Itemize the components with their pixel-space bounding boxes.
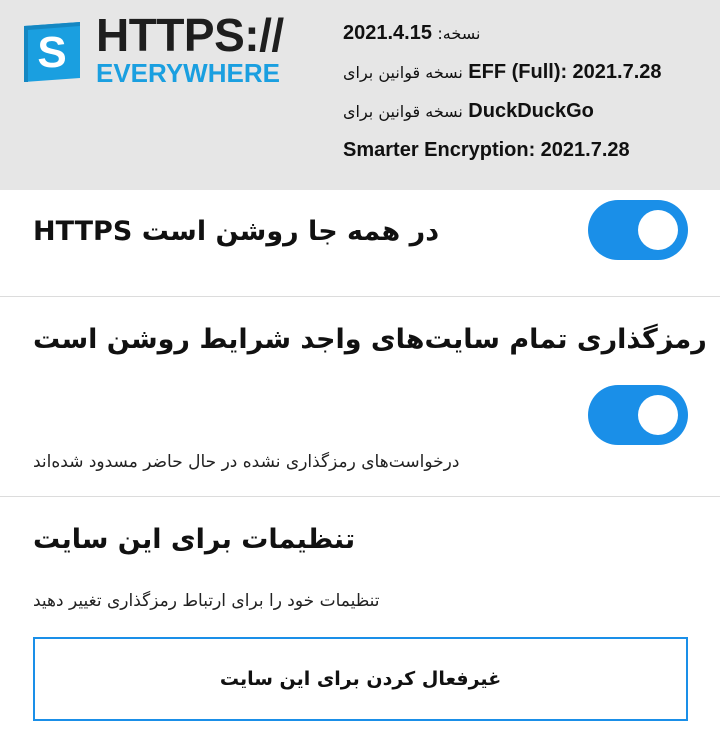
- version-line: 2021.4.15 نسخه:: [343, 20, 713, 59]
- version-value: 2021.4.15: [343, 22, 432, 44]
- popup-header: S HTTPS:// EVERYWHERE 2021.4.15 نسخه: نس…: [0, 0, 720, 190]
- site-settings-title: تنظیمات برای این سایت: [33, 524, 356, 555]
- https-everywhere-toggle[interactable]: [588, 200, 688, 260]
- version-info: 2021.4.15 نسخه: نسخه قوانین برای EFF (Fu…: [343, 20, 713, 176]
- eff-name: EFF (Full):: [468, 61, 568, 83]
- logo-subtitle: EVERYWHERE: [96, 58, 280, 88]
- ddg-prefix: نسخه قوانین برای: [343, 102, 463, 121]
- https-everywhere-label: در همه جا روشن است HTTPS: [33, 216, 440, 247]
- logo-letter: S: [37, 28, 66, 77]
- disable-for-site-button[interactable]: غیرفعال کردن برای این سایت: [33, 637, 688, 721]
- divider: [0, 496, 720, 497]
- smarter-value: 2021.7.28: [540, 139, 630, 161]
- encrypt-all-description: درخواست‌های رمزگذاری نشده در حال حاضر مس…: [33, 452, 460, 472]
- https-everywhere-logo: S HTTPS:// EVERYWHERE: [20, 12, 325, 88]
- site-settings-description: تنظیمات خود را برای ارتباط رمزگذاری تغیی…: [33, 591, 380, 611]
- smarter-label: Smarter Encryption:: [343, 139, 536, 161]
- ddg-name: DuckDuckGo: [468, 100, 594, 122]
- encrypt-all-toggle[interactable]: [588, 385, 688, 445]
- toggle-knob: [638, 210, 678, 250]
- encrypt-all-label: رمزگذاری تمام سایت‌های واجد شرایط روشن ا…: [33, 324, 707, 355]
- eff-ruleset-line: نسخه قوانین برای EFF (Full): 2021.7.28: [343, 59, 713, 98]
- toggle-knob: [638, 395, 678, 435]
- eff-value: 2021.7.28: [572, 61, 662, 83]
- divider: [0, 296, 720, 297]
- ddg-ruleset-line: نسخه قوانین برای DuckDuckGo: [343, 98, 713, 137]
- version-label: نسخه:: [437, 24, 481, 43]
- eff-prefix: نسخه قوانین برای: [343, 63, 463, 82]
- logo-title: HTTPS://: [96, 9, 284, 61]
- logo-s-icon: S: [24, 22, 80, 82]
- smarter-encryption-line: Smarter Encryption: 2021.7.28: [343, 137, 713, 176]
